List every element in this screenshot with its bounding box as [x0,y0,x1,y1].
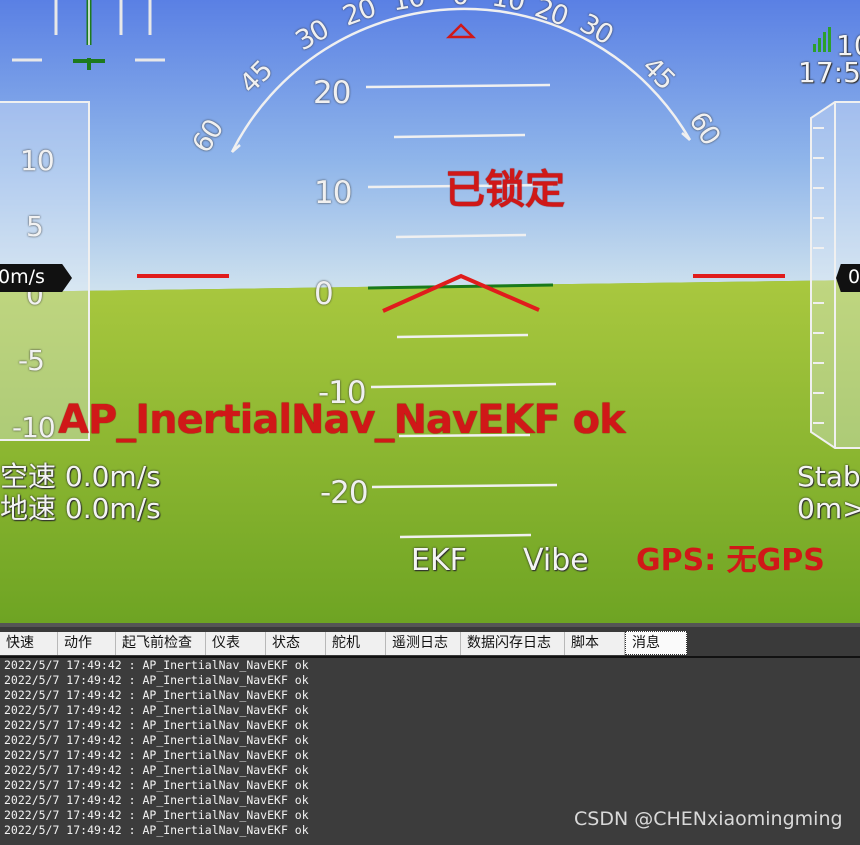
log-line: 2022/5/7 17:49:42 : AP_InertialNav_NavEK… [4,778,309,792]
log-line: 2022/5/7 17:49:42 : AP_InertialNav_NavEK… [4,763,309,777]
log-line: 2022/5/7 17:49:42 : AP_InertialNav_NavEK… [4,718,309,732]
speed-tape-label: -5 [18,344,45,377]
speed-tape-label: 5 [26,210,44,243]
tab-status[interactable]: 状态 [266,632,326,655]
ekf-status-button[interactable]: EKF [411,546,467,576]
distance-readout: 0m> [797,492,860,525]
pitch-label-neg20: -20 [320,475,369,511]
vibe-status-button[interactable]: Vibe [523,546,589,576]
log-line: 2022/5/7 17:49:42 : AP_InertialNav_NavEK… [4,748,309,762]
hud-display: 60 45 30 20 10 0 10 20 30 45 60 20 10 0 … [0,0,860,623]
tab-telemetry-logs[interactable]: 遥测日志 [386,632,461,655]
clock: 17:51 [798,56,860,89]
gps-status: GPS: 无GPS [636,543,825,578]
speed-tape-label: -10 [12,411,56,444]
log-line: 2022/5/7 17:49:42 : AP_InertialNav_NavEK… [4,688,309,702]
tab-servo[interactable]: 舵机 [326,632,386,655]
pitch-label-20: 20 [313,75,351,111]
groundspeed-readout: 地速 0.0m/s [0,492,161,525]
tab-gauges[interactable]: 仪表 [206,632,266,655]
vertical-speed-value: 0m/s [0,266,45,288]
speed-tape-label: 10 [20,144,55,177]
tab-bar: 快速 动作 起飞前检查 仪表 状态 舵机 遥测日志 数据闪存日志 脚本 消息 [0,623,860,656]
tab-messages[interactable]: 消息 [625,631,687,655]
hud-background [0,0,860,623]
watermark: CSDN @CHENxiaomingming [574,808,843,830]
airspeed-readout: 空速 0.0m/s [0,460,161,493]
hud-message: AP_InertialNav_NavEKF ok [58,397,626,443]
tab-scripts[interactable]: 脚本 [565,632,625,655]
pitch-label-10: 10 [314,175,352,211]
log-line: 2022/5/7 17:49:42 : AP_InertialNav_NavEK… [4,793,309,807]
tab-actions[interactable]: 动作 [58,632,116,655]
log-line: 2022/5/7 17:49:42 : AP_InertialNav_NavEK… [4,658,309,672]
armed-status: 已锁定 [445,167,565,213]
sky [0,0,860,292]
tab-quick[interactable]: 快速 [0,632,58,655]
tab-dataflash-logs[interactable]: 数据闪存日志 [461,632,565,655]
log-line: 2022/5/7 17:49:42 : AP_InertialNav_NavEK… [4,673,309,687]
log-line: 2022/5/7 17:49:42 : AP_InertialNav_NavEK… [4,703,309,717]
flight-mode: Stab [797,460,860,493]
log-line: 2022/5/7 17:49:42 : AP_InertialNav_NavEK… [4,733,309,747]
roll-label-0: 0 [452,0,469,11]
altitude-readout-value: 0 [848,266,860,288]
pitch-label-0: 0 [314,276,334,312]
tab-preflight[interactable]: 起飞前检查 [116,632,206,655]
